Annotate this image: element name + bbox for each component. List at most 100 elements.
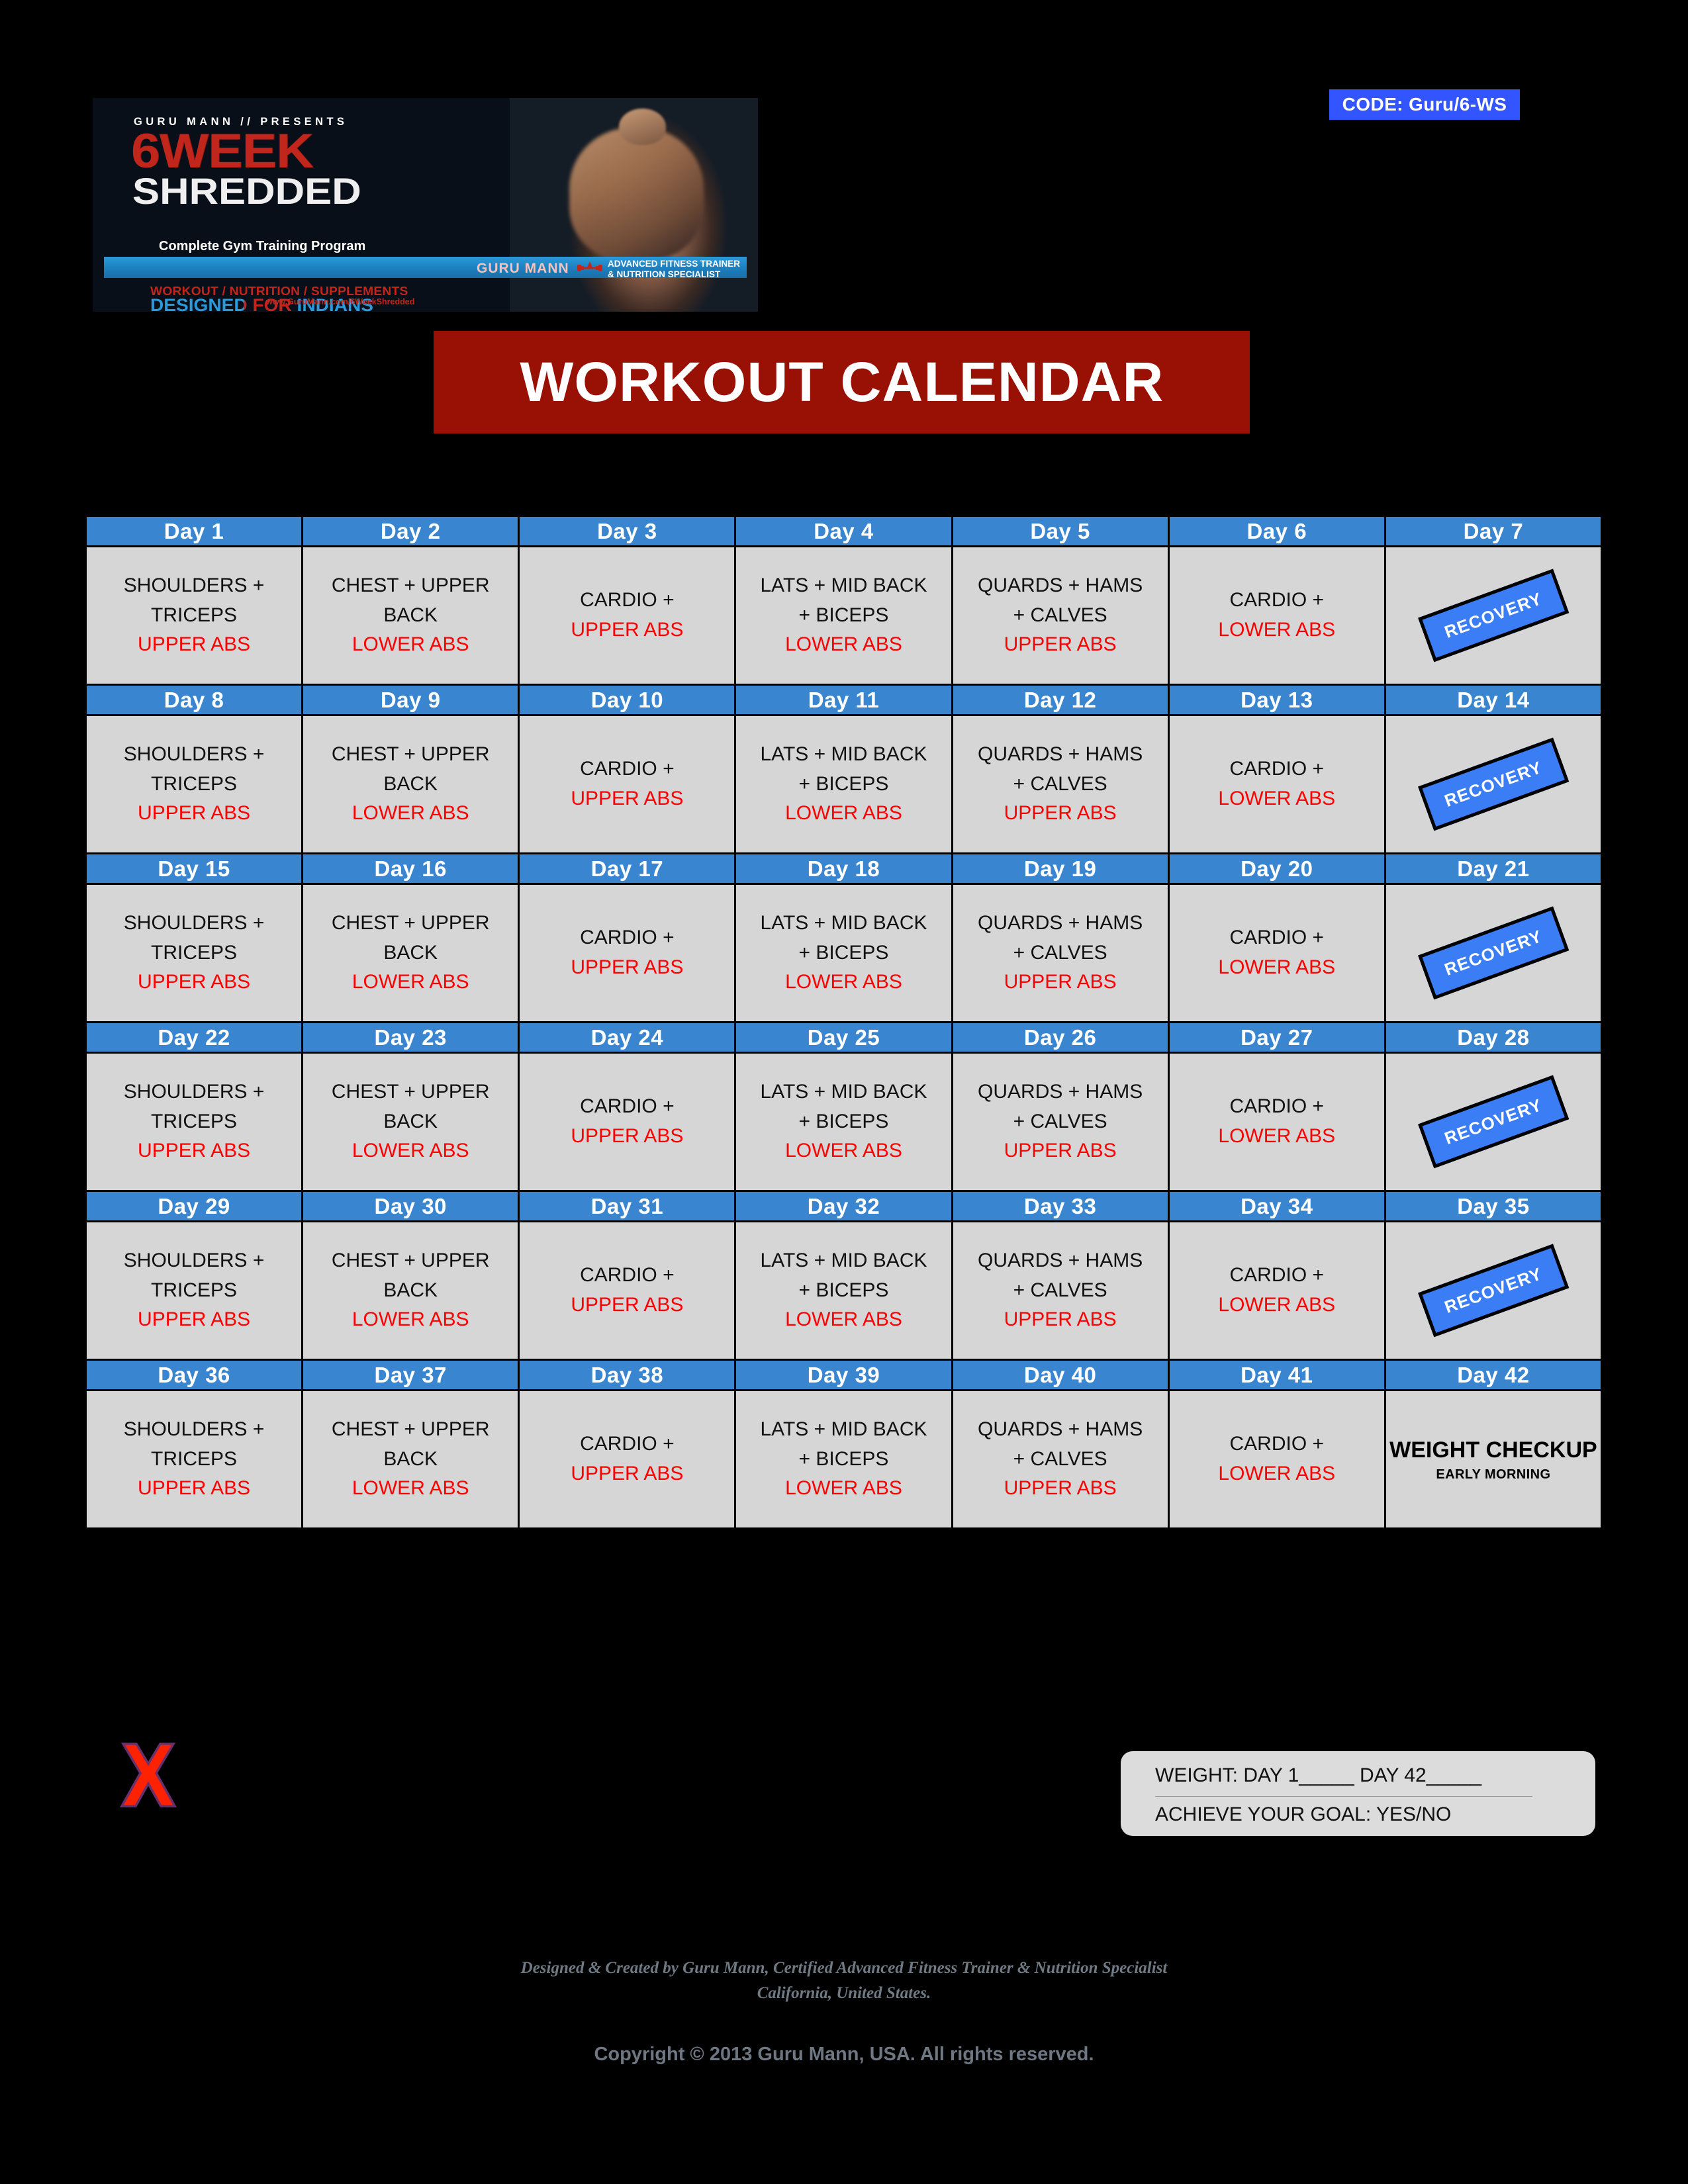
day-header-cell: Day 41 — [1167, 1359, 1386, 1391]
banner-tagline: Complete Gym Training Program — [159, 239, 366, 253]
day-header-cell: Day 9 — [301, 684, 520, 716]
day-cell-inner: SHOULDERS + TRICEPS UPPER ABS — [87, 1222, 301, 1359]
day-cell-inner: CARDIO + UPPER ABS — [520, 716, 734, 852]
workout-line: LATS + MID BACK — [760, 1418, 927, 1441]
day-content-cell: QUARDS + HAMS + CALVES UPPER ABS — [951, 545, 1170, 686]
workout-line: QUARDS + HAMS — [978, 743, 1143, 766]
day-content-cell: CARDIO + UPPER ABS — [518, 1220, 737, 1361]
workout-line: CHEST + UPPER — [331, 1081, 490, 1103]
day-cell-inner: CHEST + UPPER BACK LOWER ABS — [303, 1222, 518, 1359]
footer-credit-line-2: California, United States. — [757, 1983, 931, 2002]
weight-checkup-note: EARLY MORNING — [1436, 1467, 1551, 1482]
day-cell-inner: LATS + MID BACK + BICEPS LOWER ABS — [736, 547, 951, 684]
calendar-header-row: Day 8 Day 9 Day 10 Day 11 Day 12 Day 13 Day 14 — [84, 684, 1603, 716]
workout-line: TRICEPS — [151, 604, 238, 626]
workout-line: LATS + MID BACK — [760, 1081, 927, 1103]
day-header-cell: Day 23 — [301, 1021, 520, 1054]
day-content-cell: CARDIO + LOWER ABS — [1167, 1389, 1386, 1529]
day-cell-inner: QUARDS + HAMS + CALVES UPPER ABS — [953, 716, 1168, 852]
day-label: Day 6 — [1246, 518, 1307, 543]
day-label: Day 38 — [590, 1362, 664, 1387]
workout-line: CARDIO + — [1229, 1433, 1325, 1455]
abs-focus-line: UPPER ABS — [571, 1125, 684, 1147]
day-cell-inner: LATS + MID BACK + BICEPS LOWER ABS — [736, 1054, 951, 1190]
day-content-cell: LATS + MID BACK + BICEPS LOWER ABS — [734, 714, 953, 854]
day-label: Day 5 — [1030, 518, 1090, 543]
day-label: Day 22 — [158, 1024, 230, 1050]
day-label: Day 25 — [807, 1024, 880, 1050]
day-header-cell: Day 30 — [301, 1190, 520, 1222]
dumbbell-icon — [577, 261, 602, 271]
banner-program-duration: 6WEEK — [131, 124, 314, 178]
recovery-stamp: RECOVERY — [1418, 906, 1569, 1000]
day-label: Day 31 — [590, 1193, 664, 1218]
day-cell-inner: SHOULDERS + TRICEPS UPPER ABS — [87, 547, 301, 684]
workout-line: LATS + MID BACK — [760, 574, 927, 597]
day-cell-inner: LATS + MID BACK + BICEPS LOWER ABS — [736, 716, 951, 852]
workout-line: SHOULDERS + — [123, 743, 265, 766]
weight-box-divider — [1155, 1796, 1532, 1797]
day-cell-inner: CARDIO + LOWER ABS — [1170, 547, 1384, 684]
abs-focus-line: UPPER ABS — [1004, 1308, 1117, 1331]
day-content-cell: RECOVERY — [1383, 883, 1603, 1023]
goal-achieved-line[interactable]: ACHIEVE YOUR GOAL: YES/NO — [1155, 1803, 1451, 1826]
day-cell-inner: CARDIO + UPPER ABS — [520, 1054, 734, 1190]
abs-focus-line: UPPER ABS — [1004, 971, 1117, 993]
day-label: Day 23 — [374, 1024, 447, 1050]
day-header-cell: Day 31 — [518, 1190, 737, 1222]
day-cell-inner: QUARDS + HAMS + CALVES UPPER ABS — [953, 1391, 1168, 1527]
workout-line: QUARDS + HAMS — [978, 1250, 1143, 1272]
weight-entry-line[interactable]: WEIGHT: DAY 1_____ DAY 42_____ — [1155, 1764, 1481, 1787]
abs-focus-line: UPPER ABS — [1004, 802, 1117, 825]
day-cell-inner: WEIGHT CHECKUP EARLY MORNING — [1386, 1391, 1601, 1527]
banner-certification: ADVANCED FITNESS TRAINER & NUTRITION SPE… — [608, 259, 740, 280]
workout-line: SHOULDERS + — [123, 1081, 265, 1103]
abs-focus-line: UPPER ABS — [138, 1308, 251, 1331]
day-content-cell: CARDIO + UPPER ABS — [518, 883, 737, 1023]
day-header-cell: Day 29 — [84, 1190, 304, 1222]
day-header-cell: Day 14 — [1383, 684, 1603, 716]
day-header-cell: Day 22 — [84, 1021, 304, 1054]
calendar-body-row: SHOULDERS + TRICEPS UPPER ABS CHEST + UPPER… — [84, 545, 1603, 686]
day-header-cell: Day 28 — [1383, 1021, 1603, 1054]
workout-line: CHEST + UPPER — [331, 1418, 490, 1441]
x-mark-icon — [120, 1743, 177, 1807]
day-content-cell: CARDIO + LOWER ABS — [1167, 545, 1386, 686]
day-content-cell: LATS + MID BACK + BICEPS LOWER ABS — [734, 1052, 953, 1192]
day-cell-inner: QUARDS + HAMS + CALVES UPPER ABS — [953, 1054, 1168, 1190]
day-header-cell: Day 20 — [1167, 852, 1386, 885]
day-cell-inner: CHEST + UPPER BACK LOWER ABS — [303, 1054, 518, 1190]
workout-line: + BICEPS — [798, 604, 889, 626]
day-cell-inner: CARDIO + LOWER ABS — [1170, 1054, 1384, 1190]
day-label: Day 12 — [1023, 687, 1097, 712]
banner-certification-line-2: & NUTRITION SPECIALIST — [608, 269, 721, 279]
workout-calendar-table: Day 1 Day 2 Day 3 Day 4 Day 5 Day 6 Day 7 SHOUL… — [84, 515, 1603, 1529]
workout-line: CARDIO + — [580, 1095, 675, 1118]
day-cell-inner: CARDIO + LOWER ABS — [1170, 1391, 1384, 1527]
day-content-cell: SHOULDERS + TRICEPS UPPER ABS — [84, 883, 304, 1023]
workout-line: LATS + MID BACK — [760, 912, 927, 934]
program-code-badge: CODE: Guru/6-WS — [1329, 89, 1520, 120]
day-content-cell: CARDIO + LOWER ABS — [1167, 883, 1386, 1023]
day-header-cell: Day 13 — [1167, 684, 1386, 716]
day-label: Day 40 — [1023, 1362, 1097, 1387]
abs-focus-line: LOWER ABS — [1218, 1463, 1336, 1484]
day-header-cell: Day 8 — [84, 684, 304, 716]
day-header-cell: Day 18 — [734, 852, 953, 885]
day-header-cell: Day 35 — [1383, 1190, 1603, 1222]
day-header-cell: Day 1 — [84, 515, 304, 547]
day-cell-inner: QUARDS + HAMS + CALVES UPPER ABS — [953, 547, 1168, 684]
day-content-cell: QUARDS + HAMS + CALVES UPPER ABS — [951, 1389, 1170, 1529]
workout-line: TRICEPS — [151, 1447, 238, 1470]
day-cell-inner: QUARDS + HAMS + CALVES UPPER ABS — [953, 1222, 1168, 1359]
day-label: Day 13 — [1241, 687, 1313, 712]
day-content-cell: CHEST + UPPER BACK LOWER ABS — [301, 1220, 520, 1361]
footer-credit-line-1: Designed & Created by Guru Mann, Certifi… — [520, 1959, 1168, 1977]
day-cell-inner: CHEST + UPPER BACK LOWER ABS — [303, 1391, 518, 1527]
abs-focus-line: UPPER ABS — [571, 956, 684, 978]
day-label: Day 10 — [590, 687, 664, 712]
calendar-header-row: Day 36 Day 37 Day 38 Day 39 Day 40 Day 41 Day … — [84, 1359, 1603, 1391]
abs-focus-line: LOWER ABS — [1218, 1294, 1336, 1316]
day-header-cell: Day 16 — [301, 852, 520, 885]
day-label: Day 18 — [807, 856, 880, 881]
